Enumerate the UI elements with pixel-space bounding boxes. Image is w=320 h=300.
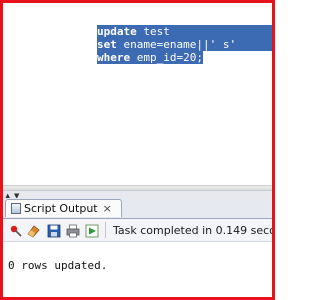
output-result: 0 rows updated. bbox=[8, 259, 108, 272]
code-keyword: set bbox=[96, 38, 117, 51]
toolbar-separator bbox=[105, 222, 106, 238]
code-text: ename=ename||' s' bbox=[116, 38, 237, 51]
editor-gutter bbox=[3, 3, 39, 185]
code-text: emp_id=20; bbox=[130, 51, 203, 64]
script-output-area[interactable]: 0 rows updated. bbox=[3, 242, 272, 297]
eraser-icon[interactable] bbox=[27, 223, 41, 238]
task-status: Task completed in 0.149 seconds bbox=[113, 224, 272, 237]
sql-editor[interactable]: update test set ename=ename||' s' where … bbox=[3, 3, 272, 185]
screenshot-frame: update test set ename=ename||' s' where … bbox=[0, 0, 275, 300]
code-text: test bbox=[136, 25, 170, 38]
code-block[interactable]: update test set ename=ename||' s' where … bbox=[44, 12, 272, 64]
script-output-icon bbox=[11, 203, 21, 214]
output-toolbar: Task completed in 0.149 seconds bbox=[3, 219, 272, 242]
pin-icon[interactable] bbox=[9, 223, 23, 237]
save-icon[interactable] bbox=[47, 223, 61, 238]
code-line-1[interactable]: update test bbox=[44, 12, 272, 38]
export-icon[interactable] bbox=[85, 223, 99, 238]
print-icon[interactable] bbox=[66, 223, 80, 238]
close-icon[interactable]: × bbox=[103, 203, 112, 214]
code-keyword: update bbox=[96, 25, 137, 38]
code-keyword: where bbox=[96, 51, 131, 64]
tab-script-output[interactable]: Script Output × bbox=[5, 199, 122, 217]
panel-tabstrip: Script Output × bbox=[3, 198, 272, 219]
tab-label: Script Output bbox=[24, 202, 98, 215]
